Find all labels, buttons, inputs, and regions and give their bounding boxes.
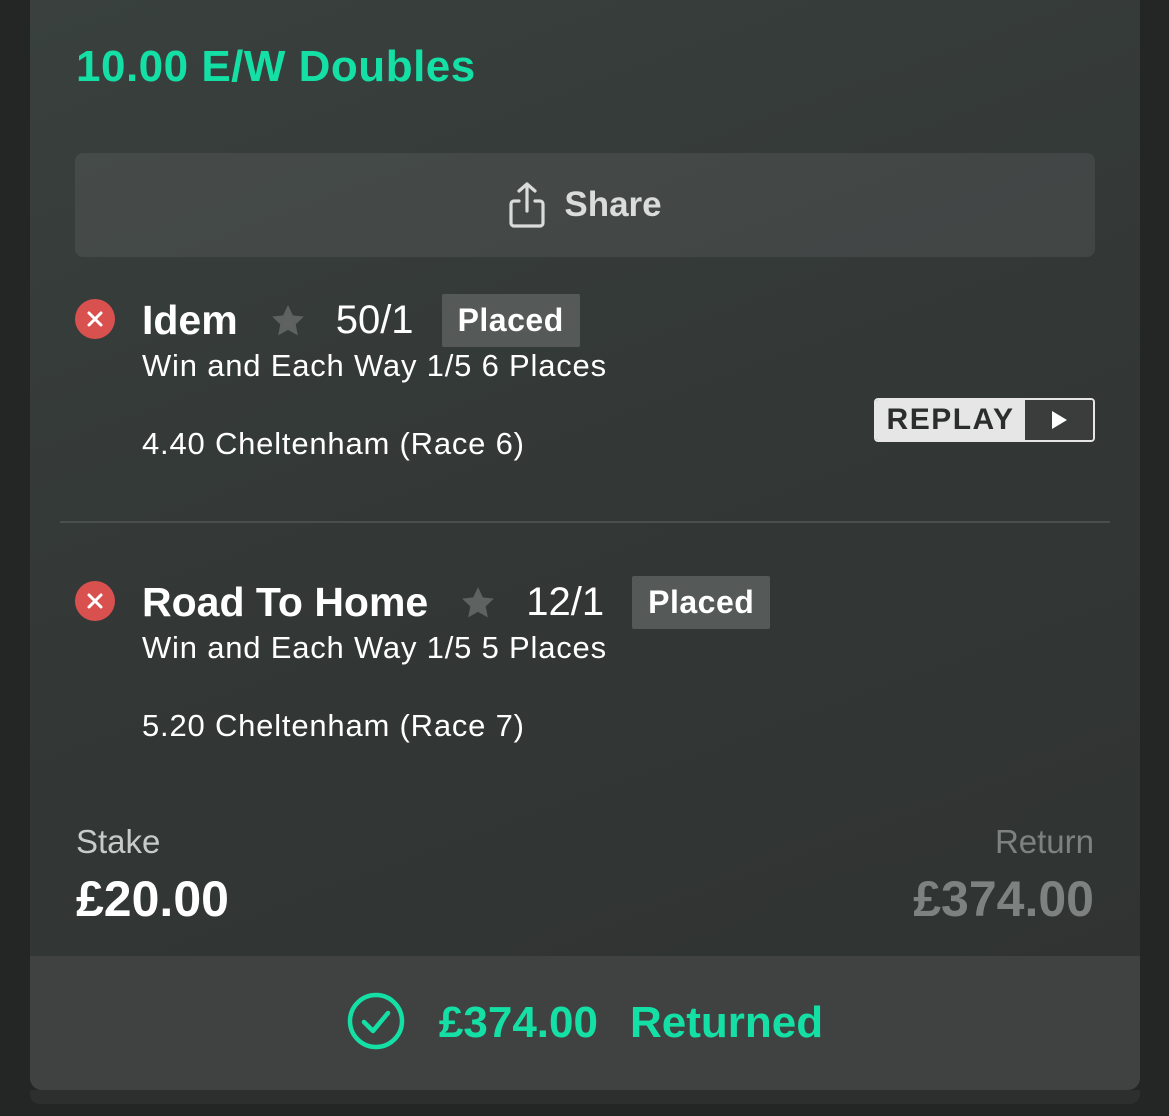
check-circle-icon (347, 992, 405, 1055)
selection-header: Idem 50/1 Placed (142, 294, 580, 347)
share-button[interactable]: Share (75, 153, 1095, 257)
selection-name: Idem (142, 297, 238, 343)
play-icon (1025, 400, 1093, 440)
favourite-star-icon[interactable] (268, 301, 308, 341)
selection-event: 4.40 Cheltenham (Race 6) (142, 426, 525, 461)
share-icon (508, 181, 546, 229)
share-label: Share (564, 185, 662, 224)
selection-market: Win and Each Way 1/5 5 Places (142, 630, 607, 665)
replay-label: REPLAY (876, 400, 1025, 440)
bet-title: 10.00 E/W Doubles (76, 42, 476, 91)
stake-label: Stake (76, 823, 161, 860)
selection-name: Road To Home (142, 579, 429, 625)
selection-header: Road To Home 12/1 Placed (142, 576, 771, 629)
return-value: £374.00 (913, 871, 1094, 927)
selection-odds: 12/1 (526, 580, 605, 624)
stake-value: £20.00 (76, 871, 229, 927)
result-badge: Placed (632, 576, 771, 629)
bet-card: 10.00 E/W Doubles Share Idem 50/1 Placed… (30, 0, 1140, 1090)
returned-status-bar: £374.00 Returned (30, 956, 1140, 1090)
lost-leg-icon (75, 299, 115, 339)
selection-divider (60, 521, 1110, 523)
returned-amount: £374.00 (438, 998, 598, 1047)
replay-button[interactable]: REPLAY (874, 398, 1095, 442)
lost-leg-icon (75, 581, 115, 621)
favourite-star-icon[interactable] (458, 583, 498, 623)
return-label: Return (994, 823, 1094, 860)
returned-label: Returned (629, 998, 824, 1047)
selection-market: Win and Each Way 1/5 6 Places (142, 348, 607, 383)
selection-odds: 50/1 (335, 298, 414, 342)
selection-event: 5.20 Cheltenham (Race 7) (142, 708, 525, 743)
result-badge: Placed (441, 294, 580, 347)
card-bottom-edge (30, 1090, 1140, 1104)
